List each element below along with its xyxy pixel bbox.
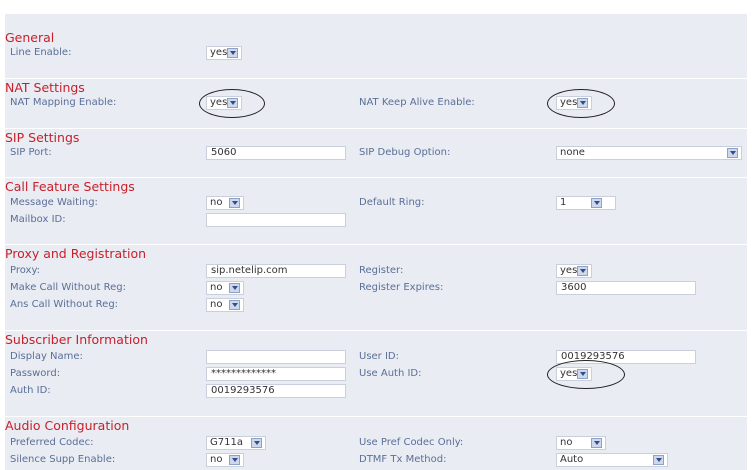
- sip-debug-label: SIP Debug Option:: [359, 147, 451, 158]
- password-label: Password:: [10, 368, 61, 379]
- nat-mapping-label: NAT Mapping Enable:: [10, 97, 117, 108]
- chevron-down-icon[interactable]: [229, 198, 240, 208]
- make-call-label: Make Call Without Reg:: [10, 282, 126, 293]
- section-title-proxy: Proxy and Registration: [5, 246, 147, 261]
- register-expires-label: Register Expires:: [359, 282, 444, 293]
- chevron-down-icon[interactable]: [653, 455, 664, 465]
- section-title-general: General: [5, 30, 55, 45]
- register-expires-input[interactable]: 3600: [556, 281, 696, 295]
- section-title-subscriber: Subscriber Information: [5, 332, 148, 347]
- sip-debug-select[interactable]: none: [556, 146, 742, 160]
- section-title-sip: SIP Settings: [5, 130, 80, 145]
- line-enable-label: Line Enable:: [10, 47, 72, 58]
- chevron-down-icon[interactable]: [227, 48, 238, 58]
- use-pref-codec-select[interactable]: no: [556, 436, 606, 450]
- proxy-label: Proxy:: [10, 265, 41, 276]
- chevron-down-icon[interactable]: [229, 455, 240, 465]
- display-name-label: Display Name:: [10, 351, 83, 362]
- default-ring-label: Default Ring:: [359, 197, 425, 208]
- message-waiting-label: Message Waiting:: [10, 197, 98, 208]
- highlight-oval: [547, 360, 625, 389]
- silence-supp-label: Silence Supp Enable:: [10, 454, 116, 465]
- use-auth-id-label: Use Auth ID:: [359, 368, 422, 379]
- ans-call-label: Ans Call Without Reg:: [10, 299, 119, 310]
- chevron-down-icon[interactable]: [229, 283, 240, 293]
- dtmf-tx-label: DTMF Tx Method:: [359, 454, 447, 465]
- make-call-select[interactable]: no: [206, 281, 244, 295]
- proxy-input[interactable]: sip.netelip.com: [206, 264, 346, 278]
- mailbox-id-input[interactable]: [206, 213, 346, 227]
- settings-panel: [5, 14, 747, 470]
- ans-call-select[interactable]: no: [206, 298, 244, 312]
- highlight-oval: [547, 89, 615, 118]
- use-pref-codec-label: Use Pref Codec Only:: [359, 437, 464, 448]
- mailbox-id-label: Mailbox ID:: [10, 214, 66, 225]
- register-label: Register:: [359, 265, 404, 276]
- sip-port-label: SIP Port:: [10, 147, 52, 158]
- preferred-codec-label: Preferred Codec:: [10, 437, 94, 448]
- default-ring-select[interactable]: 1: [556, 196, 616, 210]
- user-id-label: User ID:: [359, 351, 399, 362]
- chevron-down-icon[interactable]: [591, 198, 602, 208]
- register-select[interactable]: yes: [556, 264, 592, 278]
- chevron-down-icon[interactable]: [577, 266, 588, 276]
- section-title-audio: Audio Configuration: [5, 418, 130, 433]
- auth-id-label: Auth ID:: [10, 385, 51, 396]
- chevron-down-icon[interactable]: [251, 438, 262, 448]
- message-waiting-select[interactable]: no: [206, 196, 244, 210]
- nat-keep-alive-label: NAT Keep Alive Enable:: [359, 97, 475, 108]
- highlight-oval: [199, 89, 265, 118]
- dtmf-tx-select[interactable]: Auto: [556, 453, 668, 467]
- chevron-down-icon[interactable]: [591, 438, 602, 448]
- section-title-call-feature: Call Feature Settings: [5, 179, 135, 194]
- section-title-nat: NAT Settings: [5, 80, 85, 95]
- silence-supp-select[interactable]: no: [206, 453, 244, 467]
- line-enable-select[interactable]: yes: [206, 46, 242, 60]
- chevron-down-icon[interactable]: [727, 148, 738, 158]
- chevron-down-icon[interactable]: [229, 300, 240, 310]
- config-page: General Line Enable: yes NAT Settings NA…: [0, 0, 752, 470]
- sip-port-input[interactable]: 5060: [206, 146, 346, 160]
- auth-id-input[interactable]: 0019293576: [206, 384, 346, 398]
- password-input[interactable]: *************: [206, 367, 346, 381]
- preferred-codec-select[interactable]: G711a: [206, 436, 266, 450]
- display-name-input[interactable]: [206, 350, 346, 364]
